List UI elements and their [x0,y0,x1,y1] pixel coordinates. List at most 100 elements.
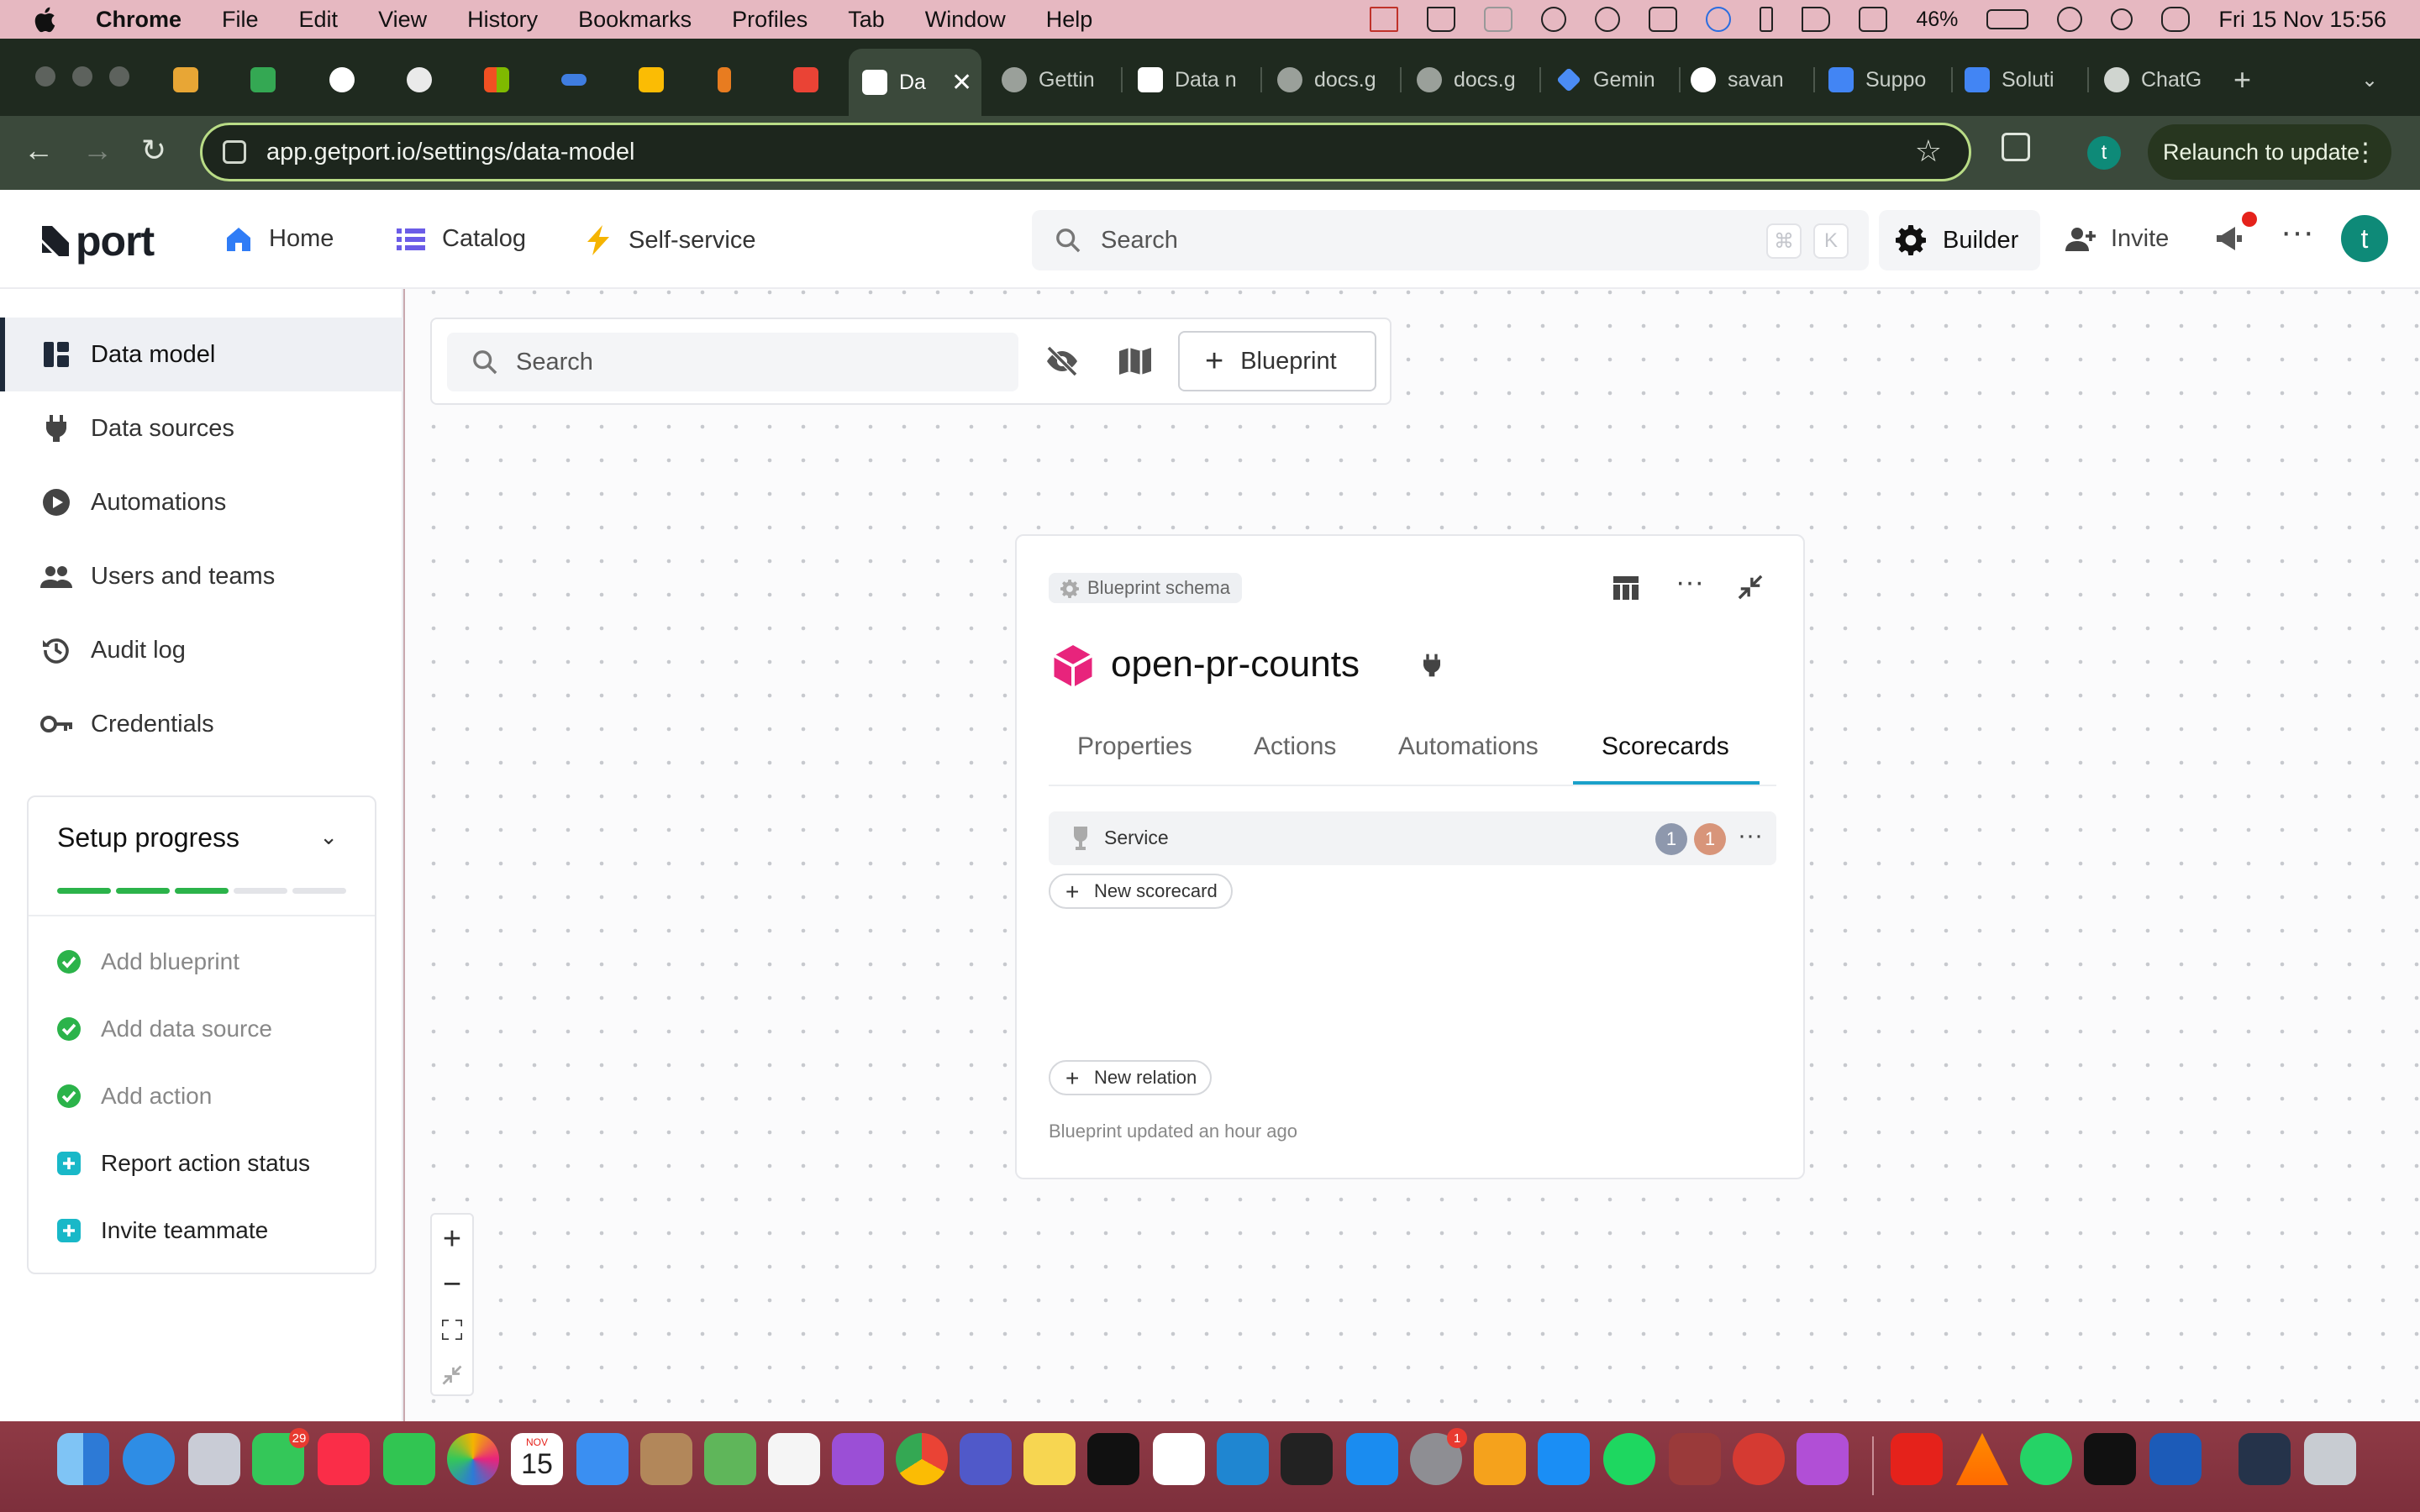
stocks-status-icon[interactable] [1370,7,1399,32]
blueprint-card[interactable]: Blueprint schema ··· open-pr-counts Prop… [1015,534,1805,1179]
pinned-tab[interactable] [718,55,743,104]
downloads-stack-icon[interactable] [2238,1433,2291,1485]
tab-search-chevron-icon[interactable]: ⌄ [2361,55,2378,104]
sidebar-item-audit-log[interactable]: Audit log [0,613,403,687]
windows-icon[interactable] [1649,7,1678,32]
new-scorecard-button[interactable]: + New scorecard [1049,874,1233,909]
zoom-in-icon[interactable]: + [432,1216,472,1262]
sketch-app-icon[interactable] [2149,1433,2202,1485]
scorecard-row[interactable]: Service 1 1 ··· [1049,811,1776,865]
launchpad-icon[interactable] [188,1433,240,1485]
terminal-icon[interactable] [2084,1433,2136,1485]
announcements-button[interactable] [2215,212,2257,256]
facetime-icon[interactable] [383,1433,435,1485]
window-zoom-button[interactable] [109,66,129,87]
browser-tab[interactable]: Suppo [1828,55,1938,104]
browser-tab[interactable]: ChatG [2104,55,2213,104]
menu-window[interactable]: Window [925,7,1006,33]
music-icon[interactable] [318,1433,370,1485]
airdrop-icon[interactable] [1595,7,1621,32]
finder-icon[interactable] [57,1433,109,1485]
plug-icon[interactable] [1423,654,1440,677]
site-info-icon[interactable] [223,140,246,164]
volume-icon[interactable] [1802,7,1831,32]
pinned-tab[interactable] [561,55,598,104]
card-more-options-icon[interactable]: ··· [1676,566,1704,599]
forward-arrow-icon[interactable]: → [82,133,113,168]
add-blueprint-button[interactable]: + Blueprint [1178,331,1376,391]
browser-tab[interactable]: Gettin [1002,55,1111,104]
map-icon[interactable] [1119,346,1151,376]
browser-tab[interactable]: savan [1691,55,1800,104]
notes-icon[interactable] [1023,1433,1076,1485]
remote-desktop-icon[interactable] [1733,1433,1785,1485]
nav-home[interactable]: Home [225,225,334,253]
extensions-icon[interactable] [2002,133,2030,161]
pinned-tab[interactable] [793,55,830,104]
tab-active[interactable]: Da ✕ [849,49,981,116]
window-minimize-button[interactable] [72,66,92,87]
menu-help[interactable]: Help [1046,7,1093,33]
nav-catalog[interactable]: Catalog [397,225,526,253]
fit-view-icon[interactable] [432,1307,472,1352]
pinned-tab[interactable] [639,55,676,104]
kebab-menu-icon[interactable]: ⋮ [2353,138,2378,167]
time-machine-icon[interactable] [1541,7,1567,32]
browser-tab[interactable]: Gemin [1556,55,1665,104]
sidebar-item-data-model[interactable]: Data model [0,318,403,391]
slack-icon[interactable] [1153,1433,1205,1485]
scorecard-more-icon[interactable]: ··· [1738,822,1763,850]
pinned-tab[interactable] [173,55,210,104]
menu-clock[interactable]: Fri 15 Nov 15:56 [2218,7,2386,33]
blueprint-search-input[interactable]: Search [447,333,1018,391]
new-relation-button[interactable]: + New relation [1049,1060,1213,1095]
keynote-icon[interactable] [1346,1433,1398,1485]
calendar-icon[interactable]: NOV 15 [511,1433,563,1485]
vlc-icon[interactable] [1956,1433,2008,1485]
collapse-icon[interactable] [1738,575,1763,600]
app-store-icon[interactable] [1538,1433,1590,1485]
address-bar[interactable]: app.getport.io/settings/data-model ☆ [200,123,1971,181]
podcasts-icon[interactable] [832,1433,884,1485]
window-close-button[interactable] [35,66,55,87]
sidebar-item-users-and-teams[interactable]: Users and teams [0,539,403,613]
chevron-down-icon[interactable]: ⌄ [319,824,338,850]
user-avatar[interactable]: t [2341,215,2388,262]
menu-profiles[interactable]: Profiles [732,7,808,33]
contacts-icon[interactable] [640,1433,692,1485]
nav-self-service[interactable]: Self-service [587,225,756,255]
sidebar-item-automations[interactable]: Automations [0,465,403,539]
sidebar-item-credentials[interactable]: Credentials [0,687,403,761]
zoom-out-icon[interactable]: − [432,1262,472,1307]
pages-icon[interactable] [1474,1433,1526,1485]
browser-tab[interactable]: docs.g [1277,55,1386,104]
trash-icon[interactable] [2304,1433,2356,1485]
bluetooth-icon[interactable] [1760,7,1774,32]
safari-icon[interactable] [123,1433,175,1485]
display-icon[interactable] [1859,7,1888,32]
teams-icon[interactable] [960,1433,1012,1485]
setup-step-invite-teammate[interactable]: Invite teammate [57,1217,268,1244]
battery-icon[interactable] [1986,9,2029,29]
browser-tab[interactable]: Data n [1138,55,1247,104]
menu-view[interactable]: View [378,7,427,33]
more-options-icon[interactable]: ··· [2281,213,2314,251]
profile-avatar[interactable]: t [2087,136,2121,170]
menu-bookmarks[interactable]: Bookmarks [578,7,692,33]
tab-actions[interactable]: Actions [1254,732,1336,761]
builder-button[interactable]: Builder [1879,210,2040,270]
browser-tab[interactable]: docs.g [1417,55,1526,104]
pinned-tab[interactable] [484,55,521,104]
setup-step-add-blueprint[interactable]: Add blueprint [57,948,239,975]
pdf-expert-icon[interactable] [1891,1433,1943,1485]
table-icon[interactable] [1613,576,1639,600]
link-icon[interactable] [2057,7,2083,32]
global-search-input[interactable]: Search ⌘ K [1032,210,1869,270]
relaunch-button[interactable]: Relaunch to update ⋮ [2148,124,2391,180]
browser-tab[interactable]: Soluti [1965,55,2074,104]
whatsapp-icon[interactable] [2020,1433,2072,1485]
back-arrow-icon[interactable]: ← [24,133,54,168]
tab-close-icon[interactable]: ✕ [951,68,972,97]
setup-step-report-action-status[interactable]: Report action status [57,1150,310,1177]
setup-step-add-action[interactable]: Add action [57,1083,212,1110]
